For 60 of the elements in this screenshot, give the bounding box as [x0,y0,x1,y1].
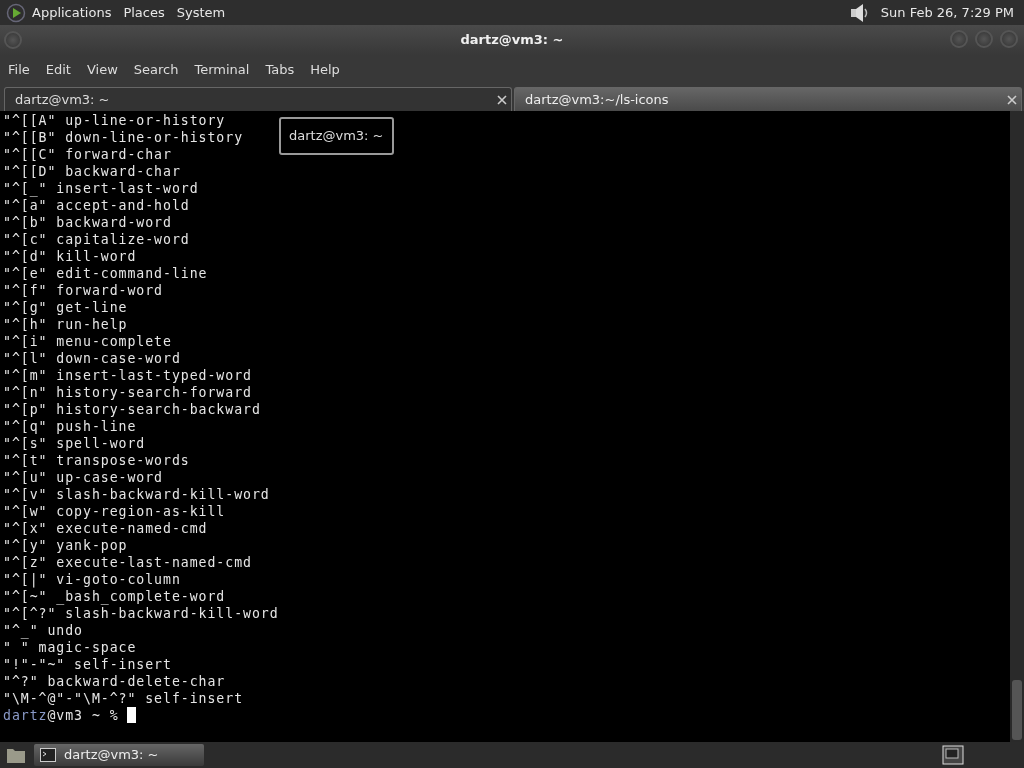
menu-item[interactable]: Tabs [257,60,303,80]
terminal-icon [40,748,56,762]
menu-item[interactable]: View [78,60,126,80]
terminal-line: "^[s" spell-word [3,435,146,452]
panel-menu[interactable]: Applications [26,2,118,23]
panel-menu[interactable]: System [170,2,232,23]
folder-icon[interactable] [6,746,26,764]
terminal-line: "^[^?" slash-backward-kill-word [3,605,279,622]
close-icon[interactable] [497,94,507,105]
panel-menu[interactable]: Places [117,2,171,23]
terminal-line: "^[t" transpose-words [3,452,190,469]
terminal-line: "^[p" history-search-backward [3,401,261,418]
terminal-line: "^[g" get-line [3,299,128,316]
close-icon[interactable] [1007,94,1017,105]
prompt-text: @vm3 ~ % [47,708,120,723]
terminal-line: "^[c" capitalize-word [3,231,190,248]
terminal-line: "^[n" history-search-forward [3,384,252,401]
terminal-line: "^[l" down-case-word [3,350,181,367]
terminal-line: "^[y" yank-pop [3,537,128,554]
terminal-line: "^[q" push-line [3,418,137,435]
terminal-line: "^_" undo [3,622,83,639]
terminal-line: "^[v" slash-backward-kill-word [3,486,270,503]
terminal-line: "^[m" insert-last-typed-word [3,367,252,384]
terminal-line: "^[b" backward-word [3,214,172,231]
tooltip: dartz@vm3: ~ [279,117,394,155]
terminal-line: "^[i" menu-complete [3,333,172,350]
terminal-line: "^[z" execute-last-named-cmd [3,554,252,571]
taskbar-button[interactable]: dartz@vm3: ~ [34,744,204,766]
terminal-line: "^[d" kill-word [3,248,137,265]
terminal-line: "^[[B" down-line-or-history [3,129,244,146]
prompt-user: dartz [3,708,48,723]
tab[interactable]: dartz@vm3: ~ [4,87,512,111]
terminal-line: "^[f" forward-word [3,282,163,299]
menu-item[interactable]: Help [302,60,348,80]
terminal-line: "^?" backward-delete-char [3,673,226,690]
window-title: dartz@vm3: ~ [460,31,564,50]
workspace-icon[interactable] [942,745,964,765]
terminal-line: "\M-^@"-"\M-^?" self-insert [3,690,244,707]
terminal-line: "^[h" run-help [3,316,128,333]
terminal-line: "^[w" copy-region-as-kill [3,503,226,520]
menu-item[interactable]: Terminal [186,60,258,80]
logo-icon[interactable] [6,2,26,23]
menu-item[interactable]: Edit [37,60,79,80]
terminal-line: "^[_" insert-last-word [3,180,199,197]
tab[interactable]: dartz@vm3:~/ls-icons [514,87,1022,111]
menu-item[interactable]: Search [125,60,187,80]
terminal-line: "^[x" execute-named-cmd [3,520,208,537]
terminal-line: " " magic-space [3,639,137,656]
terminal-line: "^[[D" backward-char [3,163,181,180]
terminal-line: "!"-"~" self-insert [3,656,172,673]
clock[interactable]: Sun Feb 26, 7:29 PM [874,2,1020,23]
terminal-line: "^[a" accept-and-hold [3,197,190,214]
terminal-line: "^[[A" up-line-or-history [3,112,226,129]
terminal-line: "^[~" _bash_complete-word [3,588,226,605]
terminal-line: "^[e" edit-command-line [3,265,208,282]
terminal-line: "^[u" up-case-word [3,469,163,486]
terminal-line: "^[|" vi-goto-column [3,571,181,588]
terminal-line: "^[[C" forward-char [3,146,172,163]
menu-item[interactable]: File [0,60,38,80]
cursor [127,707,137,723]
